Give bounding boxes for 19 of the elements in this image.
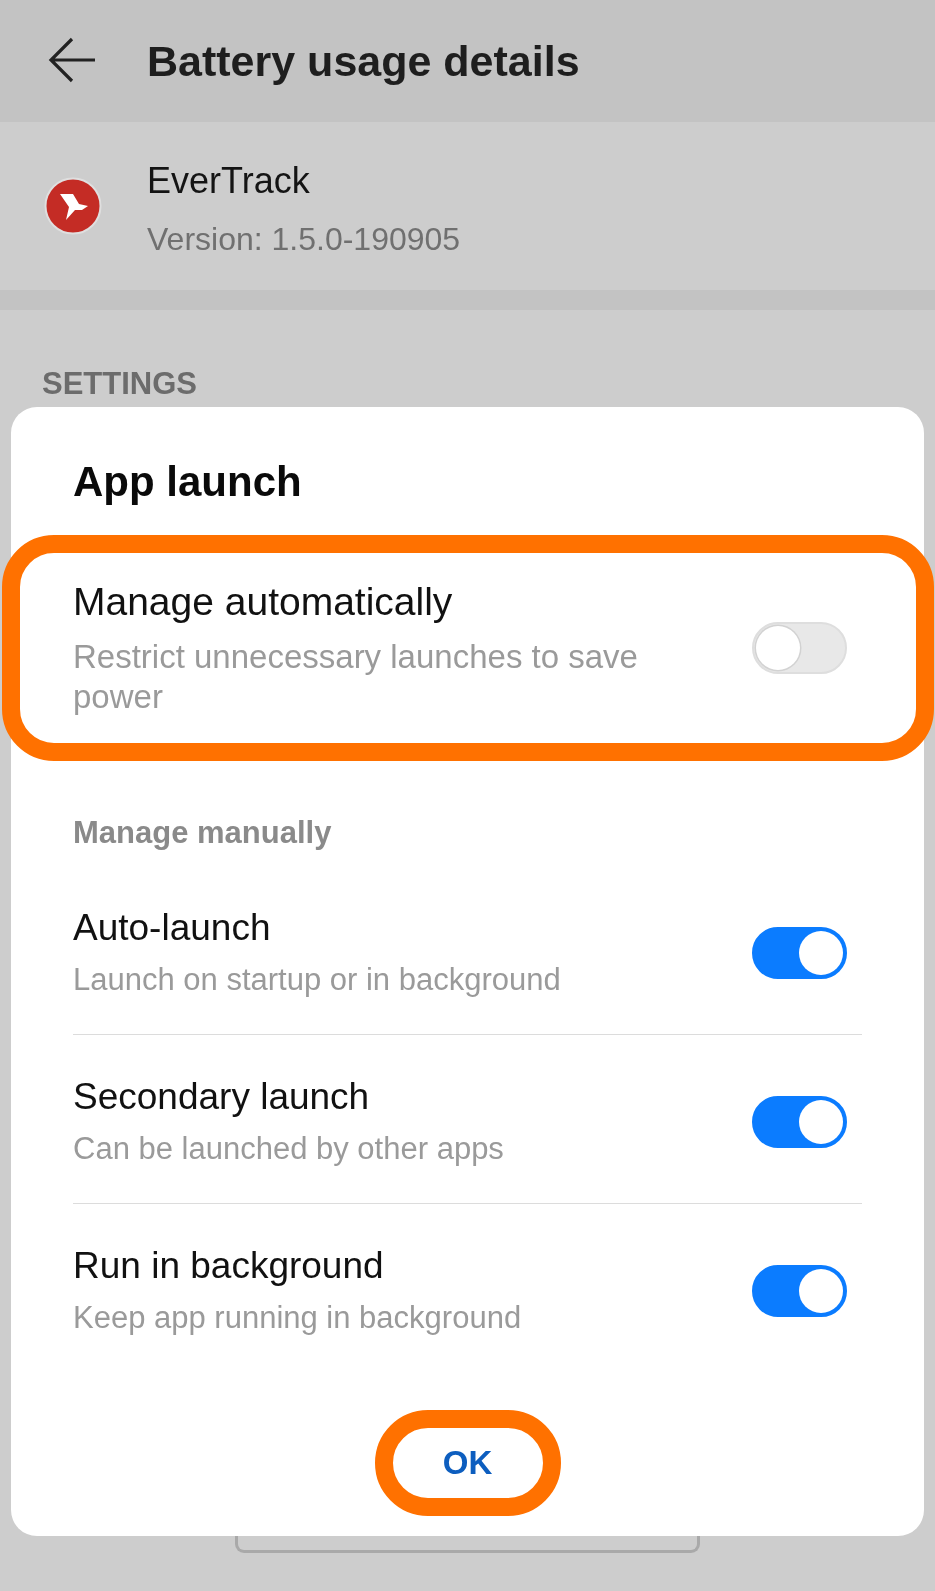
setting-title: Manage automatically [73, 579, 454, 625]
app-name: EverTrack [147, 159, 311, 203]
group-label: Manage manually [72, 814, 333, 852]
toggle-switch[interactable] [752, 1095, 847, 1148]
setting-description: Can be launched by other apps [73, 1130, 505, 1168]
section-label: SETTINGS [41, 365, 197, 403]
setting-description: Launch on startup or in background [73, 961, 562, 999]
back-arrow-icon[interactable] [48, 37, 96, 83]
dialog-title: App launch [72, 457, 303, 507]
setting-title: Auto-launch [73, 906, 272, 950]
bird-icon [44, 177, 102, 235]
setting-title: Secondary launch [73, 1075, 371, 1119]
toggle-switch[interactable] [752, 1264, 847, 1317]
setting-title: Run in background [73, 1244, 385, 1288]
setting-description: Keep app running in background [73, 1299, 523, 1337]
setting-description: Restrict unnecessary launches to save power [73, 637, 639, 717]
toggle-switch[interactable] [752, 926, 847, 979]
app-version: Version: 1.5.0-190905 [147, 220, 461, 259]
screen-title: Battery usage details [147, 36, 580, 87]
